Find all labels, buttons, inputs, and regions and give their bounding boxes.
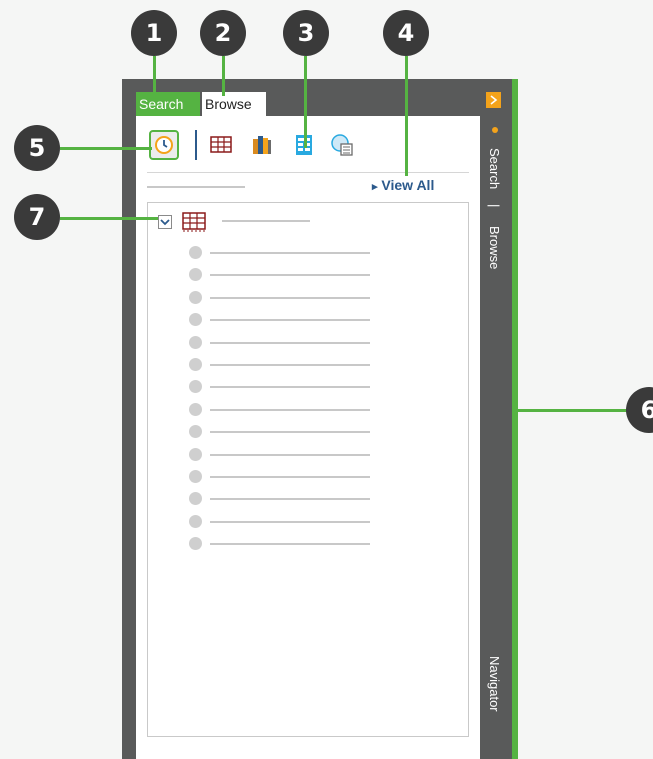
data-sources-button[interactable] xyxy=(327,130,357,160)
tree-item-bullet xyxy=(189,402,202,416)
collections-button[interactable] xyxy=(247,130,277,160)
section-label-placeholder xyxy=(147,186,245,188)
toolbar-separator xyxy=(147,172,469,173)
tree-item[interactable] xyxy=(210,274,370,277)
tree-item[interactable] xyxy=(210,341,370,344)
database-icon xyxy=(331,134,353,156)
leader-2 xyxy=(222,56,225,96)
view-all-label: View All xyxy=(381,177,435,193)
callout-4: 4 xyxy=(383,10,429,56)
leader-7 xyxy=(60,217,158,220)
tree-item-bullet xyxy=(189,470,202,483)
tree-item[interactable] xyxy=(210,520,370,523)
table-icon xyxy=(182,212,206,232)
play-arrow-icon: ▸ xyxy=(372,181,378,193)
tree-item[interactable] xyxy=(210,453,370,456)
tree-item[interactable] xyxy=(210,296,370,299)
tab-search[interactable]: Search xyxy=(136,92,200,116)
chevron-down-icon xyxy=(160,219,170,226)
side-tab-search[interactable]: Search xyxy=(487,148,502,189)
tab-browse[interactable]: Browse xyxy=(202,92,266,116)
side-indicator xyxy=(492,127,498,133)
tree-item[interactable] xyxy=(210,408,370,411)
tree-item[interactable] xyxy=(210,364,370,366)
callout-3: 3 xyxy=(283,10,329,56)
recent-search-icon xyxy=(155,136,173,154)
tree-item[interactable] xyxy=(210,319,370,322)
leader-6 xyxy=(515,409,631,412)
tree-item-bullet xyxy=(189,514,202,528)
collapse-icon[interactable] xyxy=(486,92,501,108)
expand-toggle[interactable] xyxy=(158,215,172,229)
tree-item-bullet xyxy=(189,358,202,371)
tree-root-label-placeholder xyxy=(222,220,310,222)
tree-item-bullet xyxy=(189,290,202,304)
tree-item-bullet xyxy=(189,246,202,259)
tree-item[interactable] xyxy=(210,498,370,501)
tree-item[interactable] xyxy=(210,386,370,389)
tree-item-bullet xyxy=(189,447,202,461)
view-all-link[interactable]: ▸ View All xyxy=(372,177,434,193)
callout-2: 2 xyxy=(200,10,246,56)
leader-5 xyxy=(60,147,152,150)
side-tab-navigator[interactable]: Navigator xyxy=(487,656,502,712)
leader-3 xyxy=(304,56,307,148)
tree-item[interactable] xyxy=(210,476,370,478)
books-icon xyxy=(253,136,271,154)
callout-5: 5 xyxy=(14,125,60,171)
recent-search-button[interactable] xyxy=(149,130,179,160)
leader-1 xyxy=(153,56,156,96)
tree-item[interactable] xyxy=(210,543,370,546)
callout-1: 1 xyxy=(131,10,177,56)
callout-6: 6 xyxy=(626,387,653,433)
tree-root-icon xyxy=(181,210,209,238)
panel-edge xyxy=(512,79,518,759)
tree-item[interactable] xyxy=(210,252,370,254)
leader-4 xyxy=(405,56,408,176)
tree-item-bullet xyxy=(189,335,202,349)
toolbar-divider xyxy=(195,130,197,160)
table-icon xyxy=(210,136,232,153)
tables-button[interactable] xyxy=(206,130,236,160)
callout-7: 7 xyxy=(14,194,60,240)
side-separator: | xyxy=(487,204,502,208)
tree-item[interactable] xyxy=(210,431,370,434)
side-tab-browse[interactable]: Browse xyxy=(487,226,502,269)
